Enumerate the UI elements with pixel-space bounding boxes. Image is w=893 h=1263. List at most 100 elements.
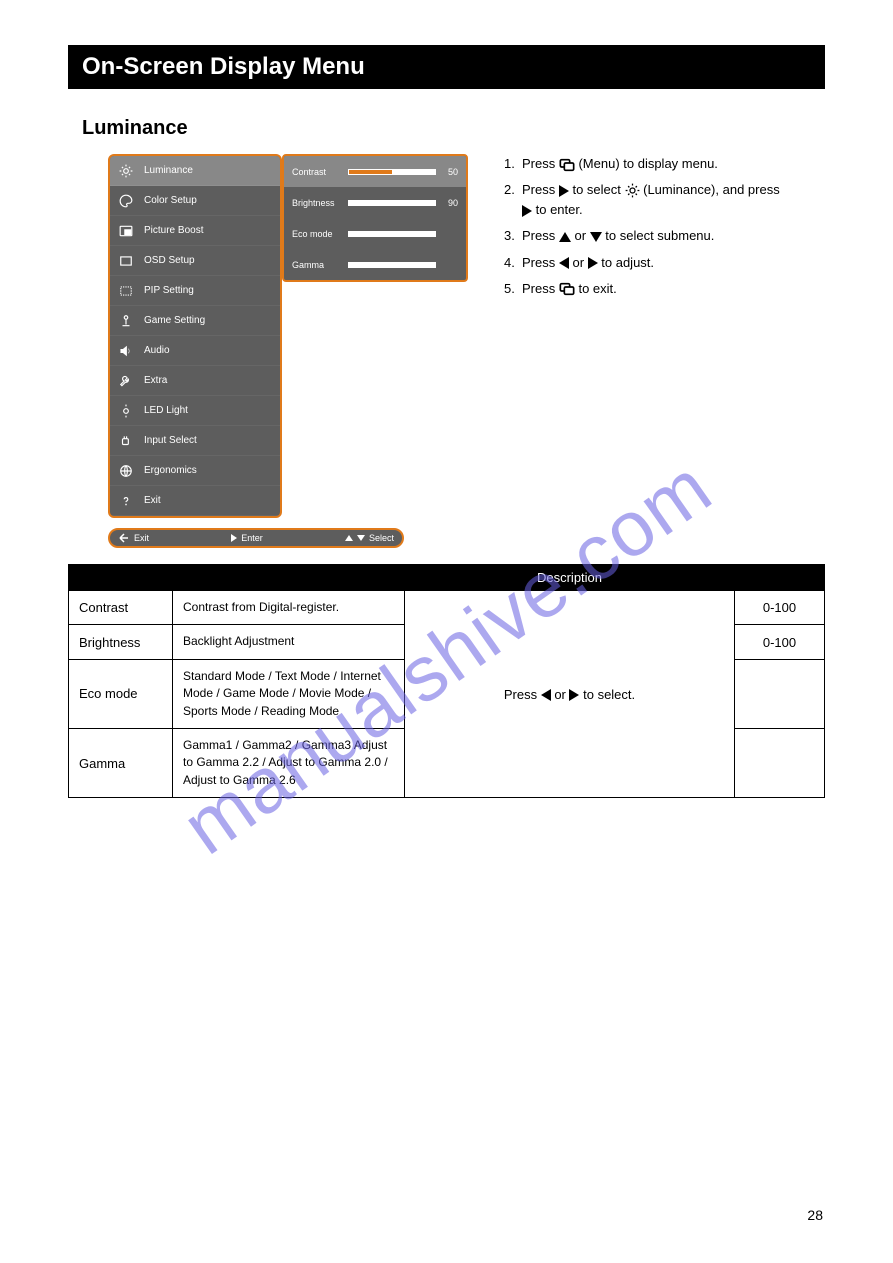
slider-track bbox=[348, 231, 436, 237]
step-4: 4. Press or to adjust. bbox=[504, 253, 825, 273]
footer-exit-label: Exit bbox=[134, 533, 149, 543]
td-desc: Standard Mode / Text Mode / Internet Mod… bbox=[173, 659, 405, 728]
slider-track bbox=[348, 200, 436, 206]
exit-pip-icon bbox=[559, 282, 575, 296]
td-name: Brightness bbox=[69, 625, 173, 659]
osd-item-picboost: Picture Boost bbox=[110, 216, 280, 246]
sub-label: Brightness bbox=[292, 198, 342, 208]
triangle-down-icon bbox=[357, 535, 365, 541]
footer-select-label: Select bbox=[369, 533, 394, 543]
step-3: 3. Press or to select submenu. bbox=[504, 226, 825, 246]
boost-icon bbox=[118, 283, 134, 299]
osd-item-label: LED Light bbox=[144, 405, 188, 416]
osd-item-label: Luminance bbox=[144, 165, 193, 176]
osd-item-ledlight: LED Light bbox=[110, 396, 280, 426]
td-range bbox=[735, 659, 825, 728]
brightness-icon bbox=[625, 183, 640, 198]
sub-contrast: Contrast 50 bbox=[284, 156, 466, 187]
action-text: Press bbox=[504, 687, 541, 702]
osd-item-label: OSD Setup bbox=[144, 255, 195, 266]
th-description: Description bbox=[405, 565, 735, 591]
triangle-left-icon bbox=[559, 257, 569, 269]
brightness-icon bbox=[118, 163, 134, 179]
step-text: or bbox=[574, 228, 589, 243]
triangle-left-icon bbox=[541, 689, 551, 701]
step-text: to adjust. bbox=[601, 255, 654, 270]
osd-item-ergonomics: Ergonomics bbox=[110, 456, 280, 486]
step-text: (Menu) to display menu. bbox=[578, 156, 717, 171]
step-text: to exit. bbox=[578, 281, 616, 296]
step-text: Press bbox=[522, 182, 559, 197]
page-title-bar: On-Screen Display Menu bbox=[68, 45, 825, 89]
step-5: 5. Press to exit. bbox=[504, 279, 825, 299]
osd-item-label: Audio bbox=[144, 345, 170, 356]
osd-item-label: Picture Boost bbox=[144, 225, 203, 236]
td-desc: Gamma1 / Gamma2 / Gamma3 Adjust to Gamma… bbox=[173, 728, 405, 797]
step-text: Press bbox=[522, 156, 559, 171]
slider-track bbox=[348, 169, 436, 175]
frame-icon bbox=[118, 253, 134, 269]
page-number: 28 bbox=[807, 1207, 823, 1223]
step-2: 2. Press to select (Luminance), and pres… bbox=[504, 180, 825, 220]
globe-icon bbox=[118, 463, 134, 479]
wrench-icon bbox=[118, 373, 134, 389]
osd-item-label: Input Select bbox=[144, 435, 197, 446]
step-text: to select submenu. bbox=[605, 228, 714, 243]
sub-value: 50 bbox=[442, 167, 458, 177]
osd-sub-panel: Contrast 50 Brightness 90 Eco mode Gamma bbox=[282, 154, 468, 282]
sub-label: Eco mode bbox=[292, 229, 342, 239]
plug-icon bbox=[118, 433, 134, 449]
pip-icon bbox=[118, 223, 134, 239]
triangle-right-icon bbox=[588, 257, 598, 269]
instruction-steps: 1. Press (Menu) to display menu. 2. Pres… bbox=[504, 154, 825, 548]
footer-select: Select bbox=[345, 533, 394, 543]
td-name: Gamma bbox=[69, 728, 173, 797]
section-subtitle: Luminance bbox=[68, 117, 825, 154]
sub-brightness: Brightness 90 bbox=[284, 187, 466, 218]
table-row: Contrast Contrast from Digital-register.… bbox=[69, 591, 825, 625]
td-range: 0-100 bbox=[735, 591, 825, 625]
speaker-icon bbox=[118, 343, 134, 359]
triangle-right-icon bbox=[231, 534, 237, 542]
td-range bbox=[735, 728, 825, 797]
td-desc: Contrast from Digital-register. bbox=[173, 591, 405, 625]
menu-icon bbox=[559, 158, 575, 172]
osd-item-extra: Extra bbox=[110, 366, 280, 396]
triangle-up-icon bbox=[345, 535, 353, 541]
light-icon bbox=[118, 403, 134, 419]
sub-gamma: Gamma bbox=[284, 249, 466, 280]
action-text: or bbox=[554, 687, 569, 702]
osd-item-label: Exit bbox=[144, 495, 161, 506]
step-text: (Luminance), and press bbox=[643, 182, 780, 197]
palette-icon bbox=[118, 193, 134, 209]
step-text: to enter. bbox=[536, 202, 583, 217]
step-1: 1. Press (Menu) to display menu. bbox=[504, 154, 825, 174]
step-text: Press bbox=[522, 228, 559, 243]
osd-main-panel: Luminance Color Setup Picture Boost bbox=[108, 154, 282, 518]
th-blank2 bbox=[173, 565, 405, 591]
td-name: Contrast bbox=[69, 591, 173, 625]
footer-enter-label: Enter bbox=[241, 533, 263, 543]
triangle-up-icon bbox=[559, 232, 571, 242]
action-text: to select. bbox=[583, 687, 635, 702]
osd-item-color: Color Setup bbox=[110, 186, 280, 216]
th-blank3 bbox=[735, 565, 825, 591]
td-name: Eco mode bbox=[69, 659, 173, 728]
td-range: 0-100 bbox=[735, 625, 825, 659]
triangle-right-icon bbox=[522, 205, 532, 217]
osd-item-pipsetting: PIP Setting bbox=[110, 276, 280, 306]
sub-value: 90 bbox=[442, 198, 458, 208]
osd-item-label: Ergonomics bbox=[144, 465, 197, 476]
joystick-icon bbox=[118, 313, 134, 329]
footer-enter: Enter bbox=[231, 533, 263, 543]
osd-item-input: Input Select bbox=[110, 426, 280, 456]
step-text: Press bbox=[522, 255, 559, 270]
osd-item-luminance: Luminance bbox=[110, 156, 280, 186]
th-blank1 bbox=[69, 565, 173, 591]
footer-exit: Exit bbox=[118, 532, 149, 544]
sub-label: Contrast bbox=[292, 167, 342, 177]
osd-item-osdsetup: OSD Setup bbox=[110, 246, 280, 276]
osd-item-label: Extra bbox=[144, 375, 167, 386]
table-header-row: Description bbox=[69, 565, 825, 591]
question-icon bbox=[118, 493, 134, 509]
